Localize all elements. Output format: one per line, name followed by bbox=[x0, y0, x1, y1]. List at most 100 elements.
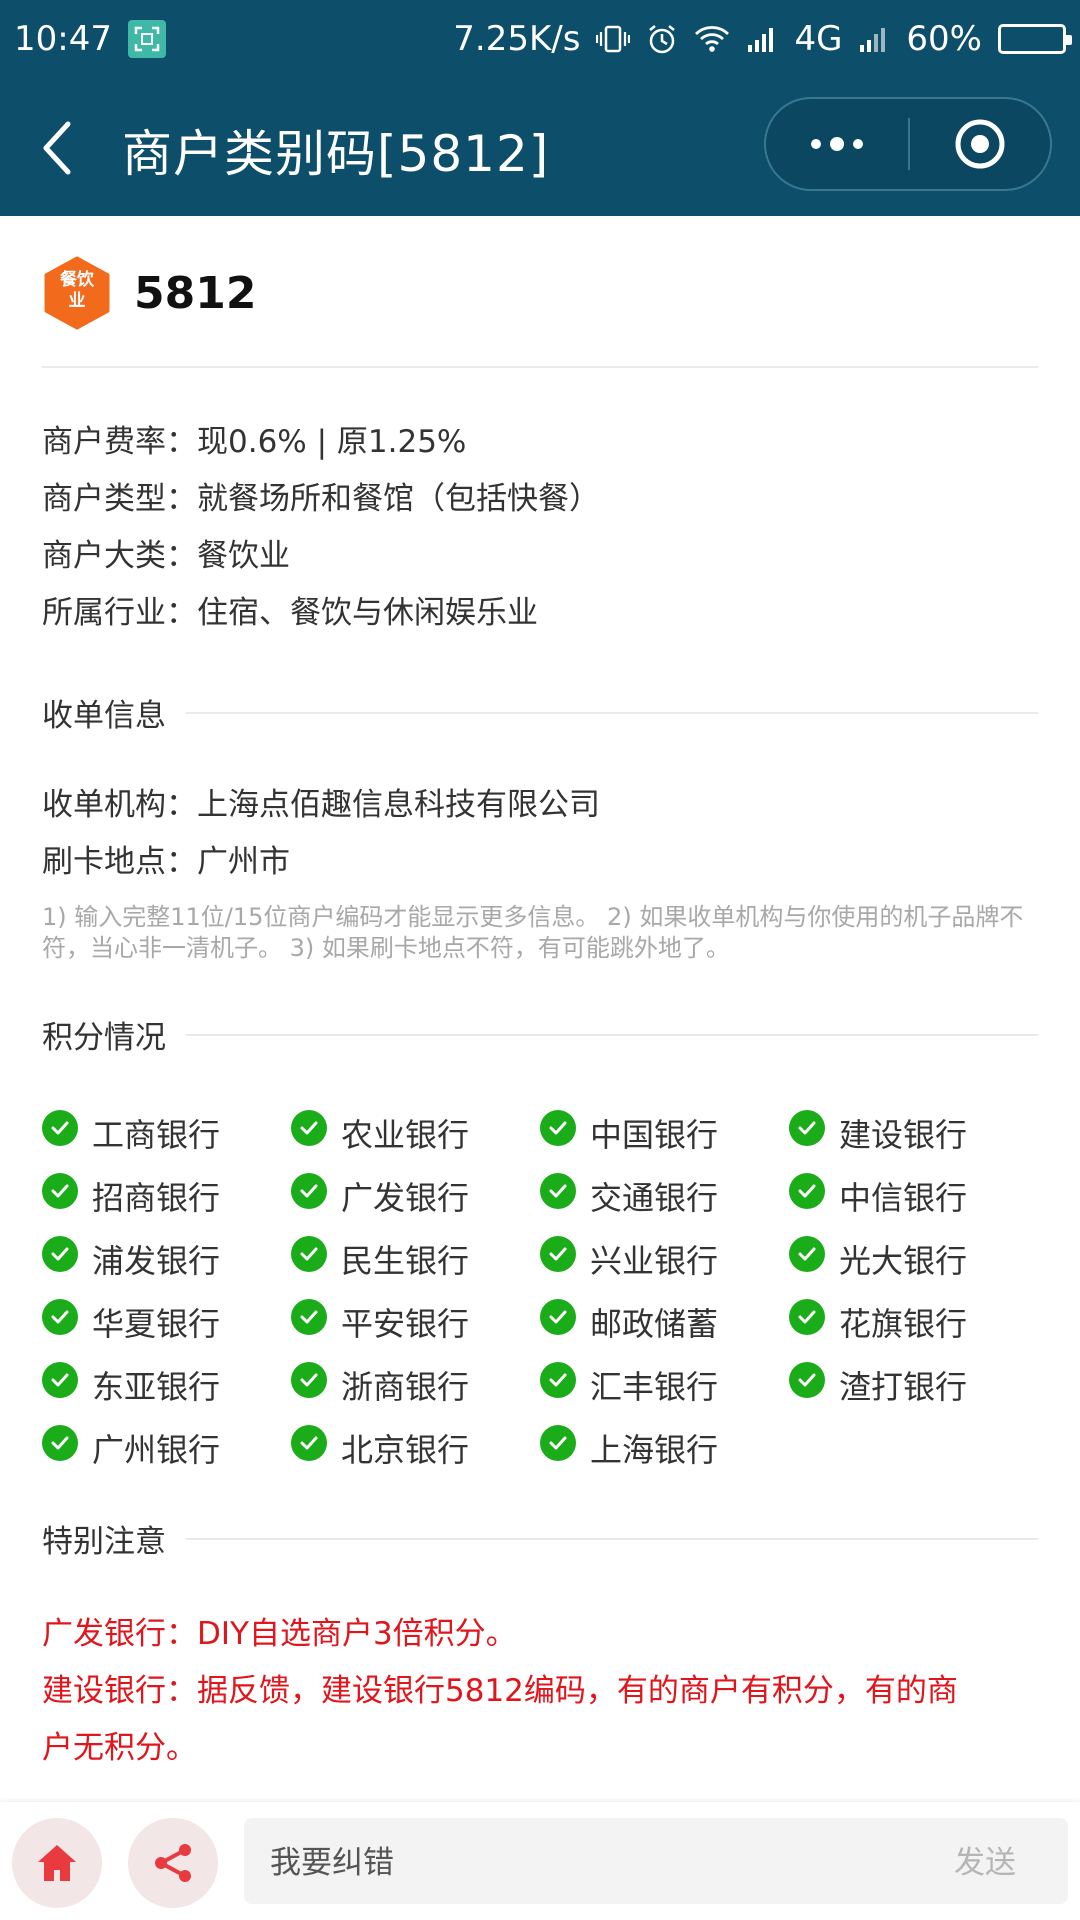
bank-name: 中国银行 bbox=[590, 1115, 719, 1154]
bank-name: 建设银行 bbox=[839, 1115, 968, 1154]
bank-name: 汇丰银行 bbox=[590, 1367, 719, 1406]
home-button[interactable] bbox=[12, 1818, 102, 1908]
bank-item: 兴业银行 bbox=[540, 1227, 789, 1290]
merchant-info-row: 所属行业：住宿、餐饮与休闲娱乐业 bbox=[42, 585, 1042, 642]
check-icon bbox=[540, 1298, 576, 1335]
bank-name: 兴业银行 bbox=[590, 1241, 719, 1280]
merchant-info-label: 商户类型： bbox=[42, 481, 197, 517]
bank-name: 工商银行 bbox=[92, 1115, 221, 1154]
check-icon bbox=[789, 1298, 825, 1335]
merchant-info-value: 现0.6% | 原1.25% bbox=[197, 424, 467, 460]
home-icon bbox=[38, 1845, 76, 1881]
bank-item: 工商银行 bbox=[42, 1101, 291, 1164]
mini-program-capsule bbox=[764, 97, 1052, 191]
close-button[interactable] bbox=[910, 99, 1050, 189]
special-note-line: 建设银行：据反馈，建设银行5812编码，有的商户有积分，有的商 bbox=[42, 1673, 958, 1709]
check-icon bbox=[540, 1235, 576, 1272]
acquiring-info: 收单机构：上海点佰趣信息科技有限公司刷卡地点：广州市 bbox=[42, 777, 1042, 891]
bank-item: 光大银行 bbox=[789, 1227, 1038, 1290]
check-icon bbox=[789, 1109, 825, 1146]
special-note-line: 广发银行：DIY自选商户3倍积分。 bbox=[42, 1616, 517, 1652]
merchant-code: 5812 bbox=[134, 267, 257, 319]
badge-text-line: 餐饮 bbox=[60, 270, 94, 290]
bank-name: 上海银行 bbox=[590, 1430, 719, 1469]
bank-item: 农业银行 bbox=[291, 1101, 540, 1164]
check-icon bbox=[42, 1109, 78, 1146]
net-speed: 7.25K/s bbox=[453, 19, 581, 59]
section-special: 特别注意 bbox=[42, 1516, 1038, 1561]
badge-text: 餐饮业 bbox=[42, 270, 112, 312]
check-icon bbox=[540, 1172, 576, 1209]
chevron-left-icon bbox=[43, 121, 71, 175]
bank-name: 东亚银行 bbox=[92, 1367, 221, 1406]
section-title: 收单信息 bbox=[42, 698, 166, 734]
battery-percent: 60% bbox=[906, 19, 982, 59]
share-button[interactable] bbox=[128, 1818, 218, 1908]
check-icon bbox=[291, 1298, 327, 1335]
more-button[interactable] bbox=[766, 99, 908, 189]
bank-item: 北京银行 bbox=[291, 1416, 540, 1479]
bank-item: 招商银行 bbox=[42, 1164, 291, 1227]
bank-item: 东亚银行 bbox=[42, 1353, 291, 1416]
bank-name: 浦发银行 bbox=[92, 1241, 221, 1280]
merchant-info-row: 商户类型：就餐场所和餐馆（包括快餐） bbox=[42, 471, 1042, 528]
bank-item: 浦发银行 bbox=[42, 1227, 291, 1290]
bank-item: 浙商银行 bbox=[291, 1353, 540, 1416]
bank-name: 浙商银行 bbox=[341, 1367, 470, 1406]
acquiring-info-label: 刷卡地点： bbox=[42, 844, 197, 880]
check-icon bbox=[540, 1424, 576, 1461]
special-notes: 广发银行：DIY自选商户3倍积分。建设银行：据反馈，建设银行5812编码，有的商… bbox=[42, 1606, 1042, 1777]
page-title: 商户类别码[5812] bbox=[122, 125, 550, 183]
check-icon bbox=[291, 1361, 327, 1398]
category-badge: 餐饮业 bbox=[42, 256, 112, 330]
more-icon-dot bbox=[811, 139, 821, 149]
acquiring-info-label: 收单机构： bbox=[42, 787, 197, 823]
bank-item: 平安银行 bbox=[291, 1290, 540, 1353]
bank-name: 招商银行 bbox=[92, 1178, 221, 1217]
signal-icon bbox=[746, 25, 778, 53]
bank-name: 花旗银行 bbox=[839, 1304, 968, 1343]
section-title: 特别注意 bbox=[42, 1524, 166, 1560]
badge-text-line: 业 bbox=[68, 291, 86, 311]
network-type: 4G bbox=[794, 19, 843, 59]
acquiring-info-value: 上海点佰趣信息科技有限公司 bbox=[197, 787, 600, 823]
special-note-line: 户无积分。 bbox=[42, 1730, 197, 1766]
check-icon bbox=[42, 1361, 78, 1398]
check-icon bbox=[291, 1235, 327, 1272]
bank-item: 邮政储蓄 bbox=[540, 1290, 789, 1353]
bank-item: 华夏银行 bbox=[42, 1290, 291, 1353]
merchant-info-label: 商户费率： bbox=[42, 424, 197, 460]
check-icon bbox=[540, 1361, 576, 1398]
merchant-info: 商户费率：现0.6% | 原1.25% 商户类型：就餐场所和餐馆（包括快餐） 商户大… bbox=[42, 414, 1042, 642]
check-icon bbox=[42, 1172, 78, 1209]
bank-item: 中国银行 bbox=[540, 1101, 789, 1164]
bank-item: 汇丰银行 bbox=[540, 1353, 789, 1416]
check-icon bbox=[540, 1109, 576, 1146]
merchant-info-value: 餐饮业 bbox=[197, 538, 290, 574]
merchant-info-label: 商户大类： bbox=[42, 538, 197, 574]
status-bar: 10:47 7.25K/s 4G 60% bbox=[0, 0, 1080, 78]
check-icon bbox=[789, 1235, 825, 1272]
signal-icon-2 bbox=[858, 25, 890, 53]
bank-item: 上海银行 bbox=[540, 1416, 789, 1479]
check-icon bbox=[789, 1361, 825, 1398]
bank-name: 中信银行 bbox=[839, 1178, 968, 1217]
bank-name: 北京银行 bbox=[341, 1430, 470, 1469]
bank-item: 广发银行 bbox=[291, 1164, 540, 1227]
merchant-info-value: 就餐场所和餐馆（包括快餐） bbox=[197, 481, 600, 517]
section-acquiring: 收单信息 bbox=[42, 690, 1038, 735]
merchant-info-label: 所属行业： bbox=[42, 595, 197, 631]
section-points: 积分情况 bbox=[42, 1012, 1038, 1057]
share-icon bbox=[155, 1844, 191, 1882]
section-line bbox=[186, 711, 1038, 714]
back-button[interactable] bbox=[38, 116, 98, 180]
bank-name: 渣打银行 bbox=[839, 1367, 968, 1406]
bank-name: 华夏银行 bbox=[92, 1304, 221, 1343]
bank-item: 花旗银行 bbox=[789, 1290, 1038, 1353]
bank-item: 渣打银行 bbox=[789, 1353, 1038, 1416]
section-line bbox=[186, 1537, 1038, 1540]
battery-icon bbox=[998, 24, 1072, 54]
send-button[interactable]: 发送 bbox=[954, 1837, 1016, 1882]
check-icon bbox=[42, 1424, 78, 1461]
acquiring-info-row: 刷卡地点：广州市 bbox=[42, 834, 1042, 891]
